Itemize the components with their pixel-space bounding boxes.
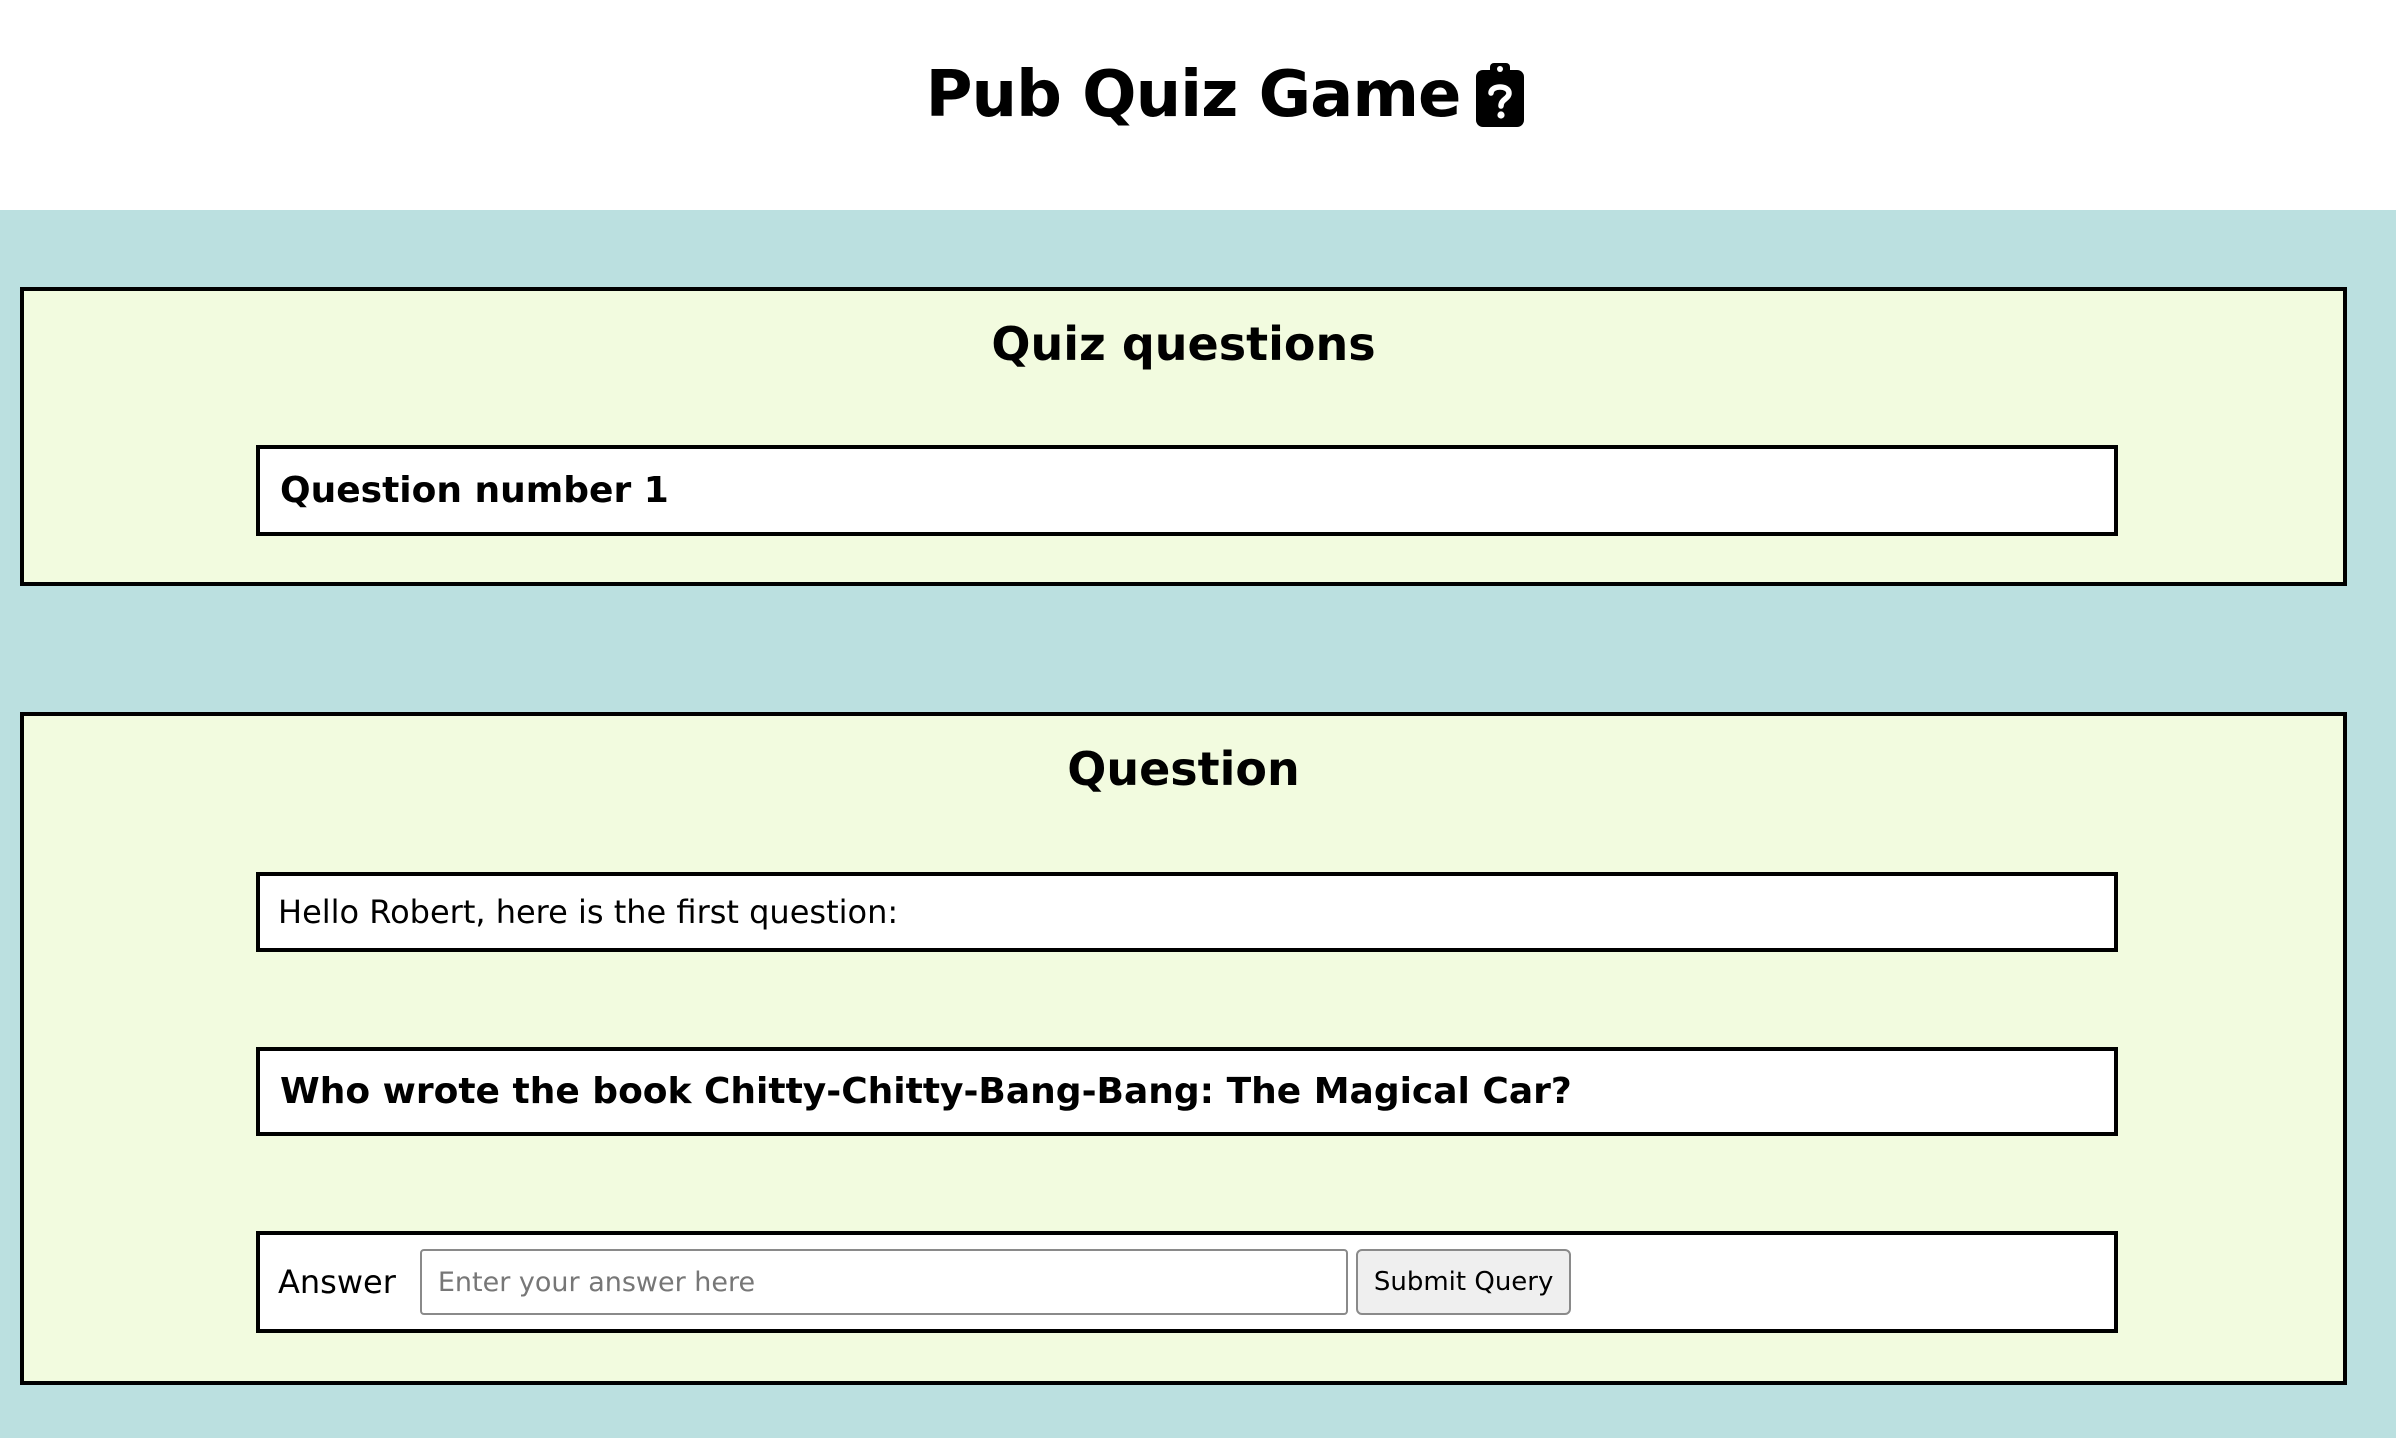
quiz-questions-panel: Quiz questions Question number 1 [20,287,2347,586]
submit-button[interactable]: Submit Query [1355,1249,1572,1315]
answer-form: Answer Submit Query [256,1231,2118,1333]
answer-input[interactable] [419,1249,1348,1315]
page-title-text: Pub Quiz Game [925,58,1462,132]
question-text-box: Who wrote the book Chitty-Chitty-Bang-Ba… [256,1047,2118,1136]
question-panel: Question Hello Robert, here is the first… [20,712,2347,1385]
question-number: Question number 1 [280,470,669,511]
site-header: Pub Quiz Game [0,0,2396,210]
question-text: Who wrote the book Chitty-Chitty-Bang-Ba… [280,1071,1572,1112]
greeting-box: Hello Robert, here is the first question… [256,872,2118,952]
clipboard-question-icon [1474,61,1526,129]
quiz-questions-heading: Quiz questions [991,317,1376,371]
greeting-text: Hello Robert, here is the first question… [278,893,899,931]
answer-label: Answer [278,1263,396,1301]
question-heading: Question [1067,742,1300,796]
page-title: Pub Quiz Game [926,58,1527,132]
main-content: Quiz questions Question number 1 Questio… [0,210,2396,1438]
question-number-box: Question number 1 [256,445,2118,536]
